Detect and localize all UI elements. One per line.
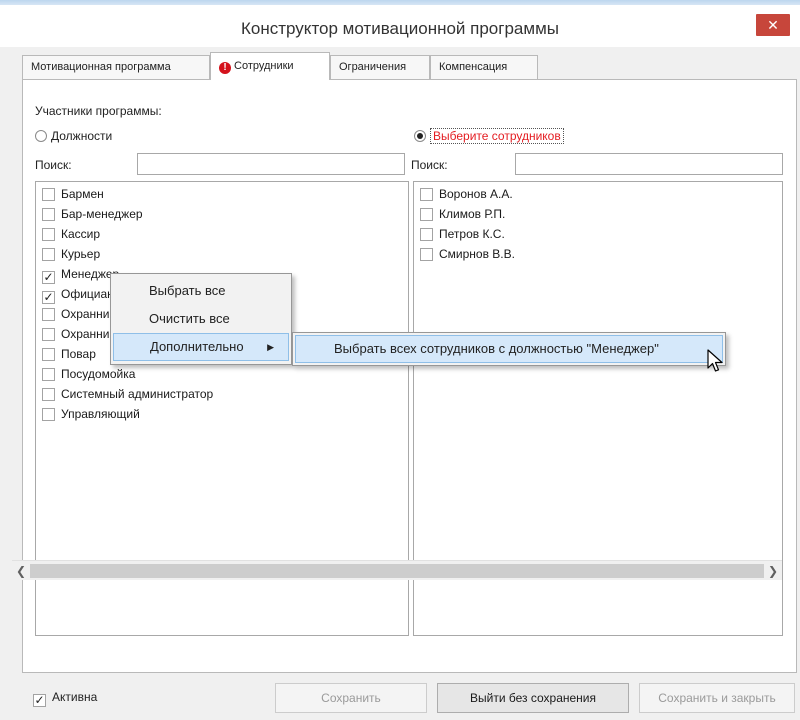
tab-motivation-program[interactable]: Мотивационная программа — [22, 55, 210, 79]
checkbox[interactable] — [42, 188, 55, 201]
checkbox[interactable] — [42, 308, 55, 321]
checkbox[interactable] — [420, 208, 433, 221]
list-item-label: Бармен — [61, 187, 104, 201]
checkbox[interactable] — [420, 188, 433, 201]
submenu-arrow-icon: ▶ — [267, 342, 274, 352]
save-and-close-button[interactable]: Сохранить и закрыть — [639, 683, 795, 713]
list-item[interactable]: Климов Р.П. — [420, 205, 505, 225]
employees-radio[interactable]: Выберите сотрудников — [414, 128, 564, 144]
list-item[interactable]: Смирнов В.В. — [420, 245, 515, 265]
positions-radio[interactable]: Должности — [35, 129, 112, 143]
save-button[interactable]: Сохранить — [275, 683, 427, 713]
list-item-label: Бар-менеджер — [61, 207, 143, 221]
list-item[interactable]: Кассир — [42, 225, 100, 245]
search-left-label: Поиск: — [35, 158, 72, 172]
employees-tab-panel: Участники программы: Должности Выберите … — [22, 79, 797, 673]
tab-label: Сотрудники — [234, 60, 294, 72]
window-title: Конструктор мотивационной программы — [241, 19, 559, 38]
tab-label: Ограничения — [339, 61, 407, 73]
list-item-label: Петров К.С. — [439, 227, 505, 241]
checkbox[interactable] — [420, 248, 433, 261]
list-item-label: Кассир — [61, 227, 101, 241]
checkbox[interactable]: ✓ — [33, 694, 46, 707]
list-item[interactable]: ✓ Официант — [42, 285, 119, 305]
list-item-label: Курьер — [61, 247, 101, 261]
list-item-label: Охранник — [61, 327, 115, 341]
horizontal-scrollbar[interactable]: ❮ ❯ — [12, 560, 782, 580]
tab-restrictions[interactable]: Ограничения — [330, 55, 430, 79]
list-item[interactable]: Бар-менеджер — [42, 205, 143, 225]
list-item-label: Посудомойка — [61, 367, 136, 381]
menu-item-select-all[interactable]: Выбрать все — [113, 277, 289, 305]
list-item-label: Воронов А.А. — [439, 187, 513, 201]
mouse-cursor-icon — [707, 349, 723, 372]
list-item-label: Системный администратор — [61, 387, 214, 401]
scroll-right-icon[interactable]: ❯ — [764, 561, 782, 581]
list-item[interactable]: Охранник — [42, 305, 115, 325]
menu-item-label: Дополнительно — [150, 339, 244, 354]
tab-label: Мотивационная программа — [31, 61, 171, 73]
radio-circle — [35, 130, 47, 142]
list-item-label: Смирнов В.В. — [439, 247, 515, 261]
close-icon: ✕ — [767, 17, 779, 33]
list-item[interactable]: Охранник — [42, 325, 115, 345]
list-item[interactable]: ✓ Менеджер — [42, 265, 119, 285]
search-input-positions[interactable] — [137, 153, 405, 175]
checkbox[interactable] — [42, 408, 55, 421]
list-item-label: Управляющий — [61, 407, 140, 421]
exit-without-saving-button[interactable]: Выйти без сохранения — [437, 683, 629, 713]
employees-radio-label: Выберите сотрудников — [430, 128, 564, 144]
radio-circle — [414, 130, 426, 142]
checkbox[interactable] — [420, 228, 433, 241]
list-item-label: Охранник — [61, 307, 115, 321]
list-item[interactable]: Повар — [42, 345, 96, 365]
tab-label: Компенсация — [439, 61, 508, 73]
scrollbar-thumb[interactable] — [30, 564, 764, 578]
active-checkbox[interactable]: ✓ Активна — [33, 690, 97, 707]
tab-employees[interactable]: ! Сотрудники — [210, 52, 330, 80]
checkbox[interactable] — [42, 368, 55, 381]
checkbox[interactable] — [42, 388, 55, 401]
menu-item-clear-all[interactable]: Очистить все — [113, 305, 289, 333]
checkbox[interactable] — [42, 328, 55, 341]
list-item[interactable]: Воронов А.А. — [420, 185, 513, 205]
close-button[interactable]: ✕ — [756, 14, 790, 36]
checkbox[interactable] — [42, 248, 55, 261]
menu-item-select-managers[interactable]: Выбрать всех сотрудников с должностью "М… — [295, 335, 723, 363]
participants-label: Участники программы: — [35, 104, 162, 118]
list-item[interactable]: Курьер — [42, 245, 100, 265]
list-item-label: Повар — [61, 347, 96, 361]
checkbox[interactable] — [42, 208, 55, 221]
scroll-left-icon[interactable]: ❮ — [12, 561, 30, 581]
context-menu: Выбрать все Очистить все Дополнительно ▶ — [110, 273, 292, 365]
positions-radio-label: Должности — [51, 129, 113, 143]
tab-compensation[interactable]: Компенсация — [430, 55, 538, 79]
dialog-window: Конструктор мотивационной программы ✕ Мо… — [0, 0, 800, 720]
checkbox[interactable]: ✓ — [42, 271, 55, 284]
list-item[interactable]: Петров К.С. — [420, 225, 505, 245]
checkbox[interactable] — [42, 228, 55, 241]
list-item[interactable]: Управляющий — [42, 405, 140, 425]
search-input-employees[interactable] — [515, 153, 783, 175]
warning-icon: ! — [219, 62, 231, 74]
checkbox[interactable] — [42, 348, 55, 361]
context-submenu: Выбрать всех сотрудников с должностью "М… — [292, 332, 726, 366]
checkbox[interactable]: ✓ — [42, 291, 55, 304]
list-item[interactable]: Посудомойка — [42, 365, 135, 385]
search-right-label: Поиск: — [411, 158, 448, 172]
list-item[interactable]: Бармен — [42, 185, 104, 205]
list-item-label: Климов Р.П. — [439, 207, 506, 221]
list-item[interactable]: Системный администратор — [42, 385, 213, 405]
active-checkbox-label: Активна — [52, 690, 98, 704]
menu-item-more[interactable]: Дополнительно ▶ — [113, 333, 289, 361]
title-bar: Конструктор мотивационной программы ✕ — [0, 5, 800, 47]
